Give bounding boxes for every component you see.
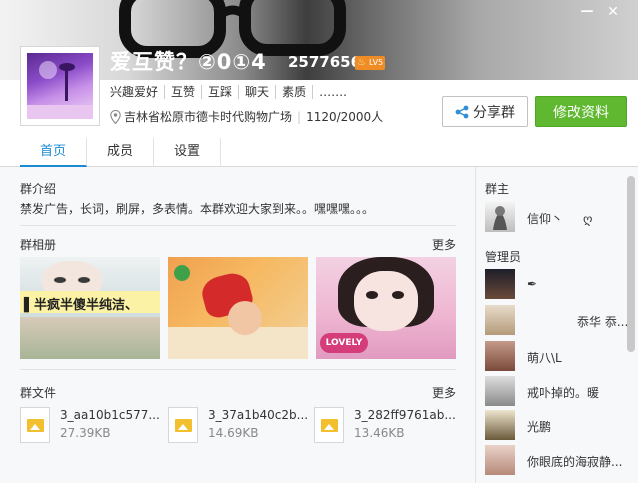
member-name: 萌八\L (527, 351, 562, 365)
admin-item[interactable]: 忝华 忝... (485, 305, 628, 337)
album-photo[interactable]: ▌半疯半傻半纯洁、 (20, 257, 160, 359)
album-more-link[interactable]: 更多 (432, 236, 456, 253)
files-title: 群文件 (20, 386, 57, 400)
intro-text: 禁发广告，长词，刷屏，多表情。本群欢迎大家到来。。嘿嘿嘿。。。 (20, 202, 375, 216)
group-avatar[interactable] (20, 46, 100, 126)
tag-item[interactable]: 互踩 (201, 85, 238, 99)
scrollbar[interactable] (627, 176, 635, 352)
photo-caption: LOVELY (320, 333, 368, 353)
avatar (485, 305, 515, 335)
divider (20, 369, 456, 370)
file-size: 14.69KB (208, 426, 259, 440)
file-item[interactable]: 3_37a1b40c2b... 14.69KB (168, 405, 308, 445)
admins-title: 管理员 (485, 250, 522, 264)
member-name: 忝华 忝... (577, 315, 629, 329)
file-name: 3_282ff9761ab... (354, 408, 456, 422)
member-name: 你眼底的海寂静... (527, 455, 623, 469)
group-level-badge: ♨ LV5 (355, 56, 386, 70)
close-button[interactable]: ✕ (604, 4, 622, 20)
tab-bar: 首页 成员 设置 (0, 138, 638, 167)
owner-item[interactable]: 信仰丶 ღ (485, 202, 620, 234)
divider (20, 225, 456, 226)
member-count: 1120/2000人 (306, 110, 384, 124)
admin-item[interactable]: 你眼底的海寂静... (485, 445, 623, 477)
member-name: 光鹏 (527, 420, 552, 434)
location-pin-icon (110, 109, 121, 124)
main-content: 群介绍 禁发广告，长词，刷屏，多表情。本群欢迎大家到来。。嘿嘿嘿。。。 群相册 … (0, 167, 638, 483)
album-photo[interactable] (168, 257, 308, 359)
group-location: 吉林省松原市德卡时代购物广场 | 1120/2000人 (110, 108, 383, 125)
file-size: 27.39KB (60, 426, 111, 440)
member-sidebar: 群主 信仰丶 ღ 管理员 ✒ 忝华 忝... 萌八\L 戒卟掉的。暖 光鹏 你眼… (475, 167, 628, 483)
member-name: 信仰丶 ღ (527, 210, 592, 227)
location-text: 吉林省松原市德卡时代购物广场 (124, 110, 293, 124)
avatar (485, 410, 515, 440)
avatar (485, 445, 515, 475)
owner-name: 信仰丶 (527, 212, 564, 226)
photo-caption: ▌半疯半傻半纯洁、 (24, 298, 138, 313)
edit-profile-button[interactable]: 修改资料 (535, 96, 627, 127)
member-name: ✒ (527, 277, 538, 291)
admin-item[interactable]: 萌八\L (485, 341, 620, 373)
file-item[interactable]: 3_282ff9761ab... 13.46KB (314, 405, 456, 445)
tab-members[interactable]: 成员 (87, 138, 154, 167)
share-group-button[interactable]: 分享群 (442, 96, 528, 127)
file-item[interactable]: 3_aa10b1c577... 27.39KB (20, 405, 160, 445)
files-more-link[interactable]: 更多 (432, 384, 456, 401)
avatar (485, 202, 515, 232)
image-file-icon (20, 407, 50, 443)
group-avatar-image (27, 53, 93, 119)
avatar (485, 341, 515, 371)
album-photo[interactable]: LOVELY (316, 257, 456, 359)
edit-profile-label: 修改资料 (553, 104, 609, 121)
admin-item[interactable]: 戒卟掉的。暖 (485, 376, 620, 408)
image-file-icon (314, 407, 344, 443)
admin-item[interactable]: ✒ (485, 269, 620, 301)
tag-item[interactable]: 素质 (275, 85, 312, 99)
member-name: 戒卟掉的。暖 (527, 386, 600, 400)
tab-settings[interactable]: 设置 (154, 138, 221, 167)
separator: | (297, 109, 302, 124)
owner-badge: ღ (583, 212, 593, 226)
tag-item[interactable]: 兴趣爱好 (110, 85, 164, 99)
minimize-button[interactable]: — (578, 4, 596, 20)
flame-icon: ♨ (357, 57, 366, 68)
avatar (485, 376, 515, 406)
file-size: 13.46KB (354, 426, 405, 440)
owner-title: 群主 (485, 182, 510, 196)
group-name: 爱互赞？②0①4 (110, 50, 267, 74)
avatar (485, 269, 515, 299)
share-icon (455, 105, 469, 118)
album-title: 群相册 (20, 238, 57, 252)
image-file-icon (168, 407, 198, 443)
intro-title: 群介绍 (20, 182, 57, 196)
tag-item[interactable]: 聊天 (238, 85, 275, 99)
file-name: 3_aa10b1c577... (60, 408, 160, 422)
tag-item[interactable]: 互赞 (164, 85, 201, 99)
file-name: 3_37a1b40c2b... (208, 408, 309, 422)
group-tags: 兴趣爱好 互赞 互踩 聊天 素质 ……. (110, 85, 353, 99)
tab-home[interactable]: 首页 (20, 138, 87, 167)
admin-item[interactable]: 光鹏 (485, 410, 620, 442)
group-level-text: LV5 (369, 58, 384, 67)
left-column: 群介绍 禁发广告，长词，刷屏，多表情。本群欢迎大家到来。。嘿嘿嘿。。。 群相册 … (20, 167, 456, 483)
share-group-label: 分享群 (473, 104, 515, 121)
tag-item[interactable]: ……. (312, 85, 353, 99)
